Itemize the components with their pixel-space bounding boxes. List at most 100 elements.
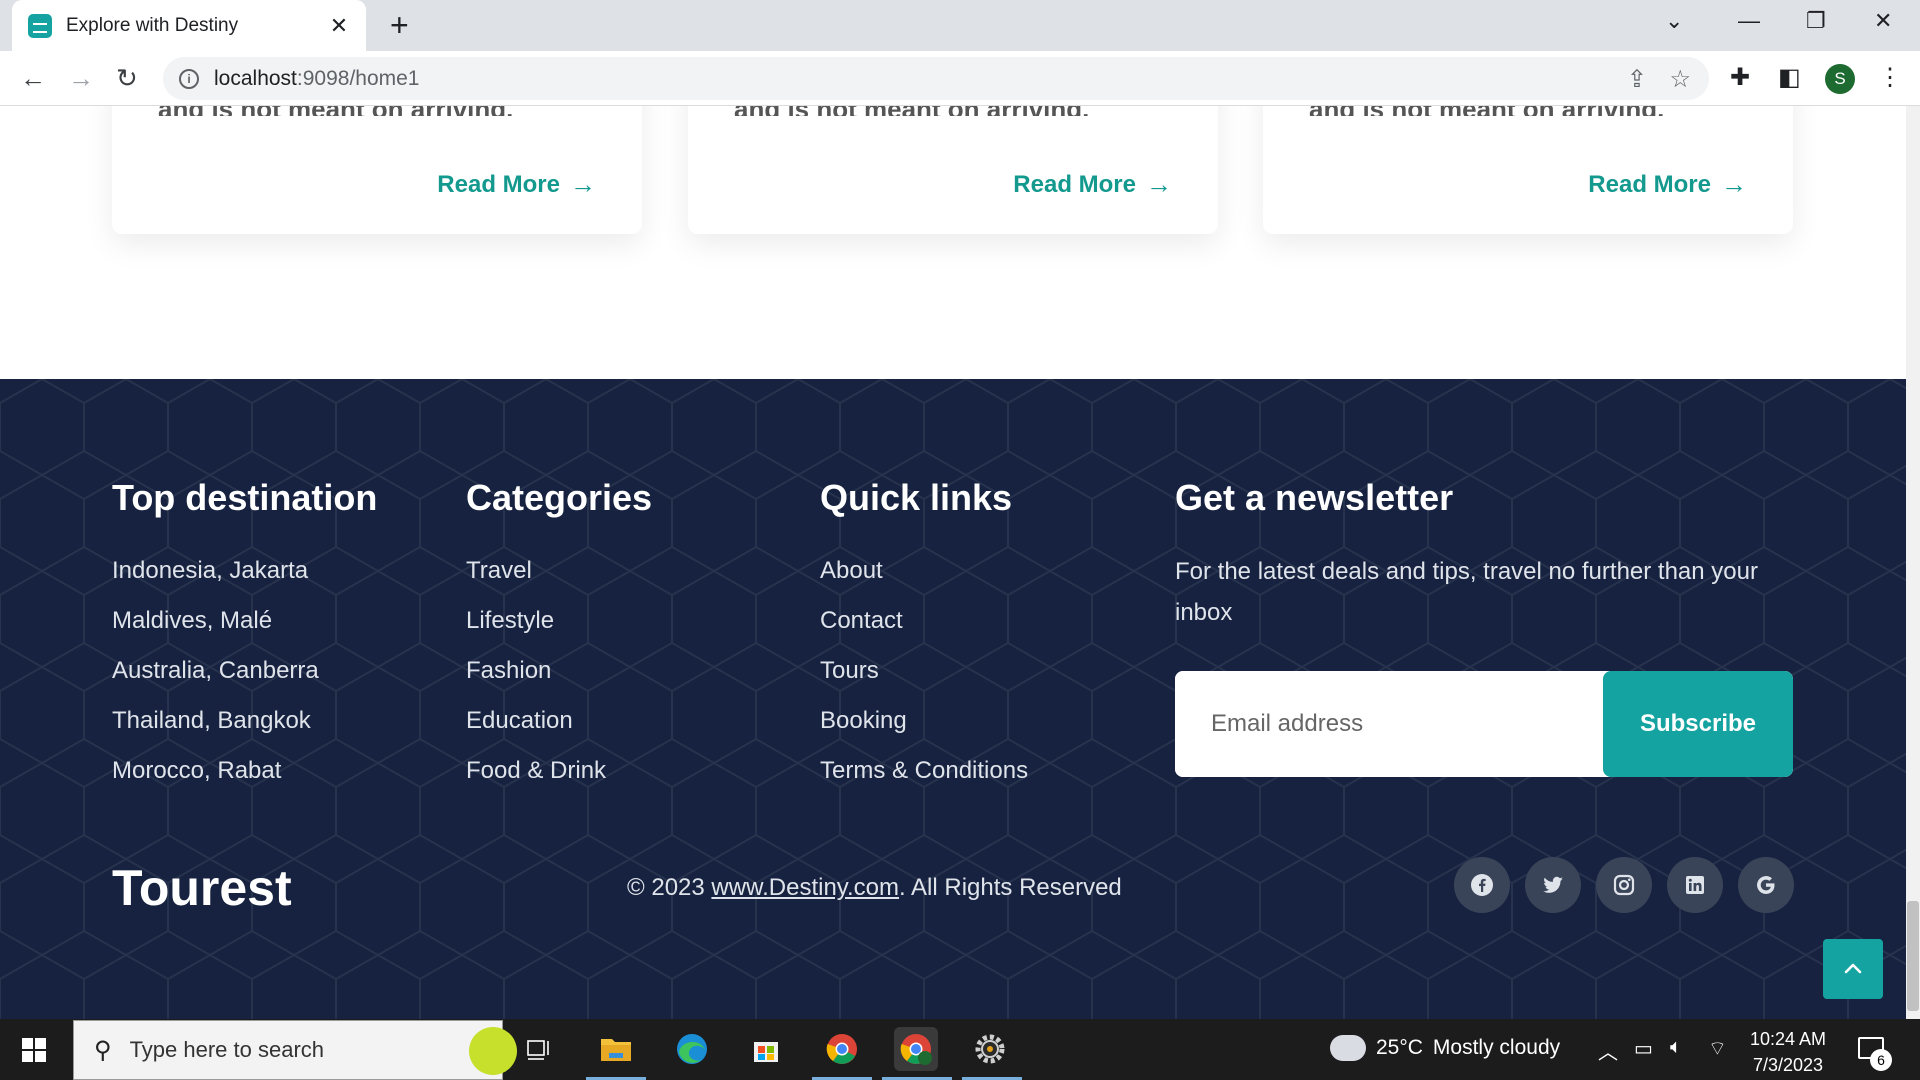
card-excerpt: and is not meant on arriving. — [734, 106, 1154, 116]
browser-toolbar: ← → ↻ i localhost :9098/home1 ⇪ ☆ ✚ ◧ S … — [0, 51, 1920, 106]
address-bar[interactable]: i localhost :9098/home1 ⇪ ☆ — [163, 57, 1709, 100]
google-icon[interactable] — [1738, 857, 1794, 913]
blog-card: and is not meant on arriving. Read More … — [112, 106, 642, 234]
clock-date: 7/3/2023 — [1752, 1055, 1824, 1075]
share-icon[interactable]: ⇪ — [1627, 65, 1647, 94]
battery-icon[interactable]: ▭ — [1634, 1036, 1653, 1061]
bookmark-star-icon[interactable]: ☆ — [1669, 65, 1691, 94]
arrow-right-icon: → — [570, 169, 596, 199]
read-more-link[interactable]: Read More → — [1588, 169, 1747, 200]
linkedin-icon[interactable] — [1667, 857, 1723, 913]
tab-title: Explore with Destiny — [66, 14, 239, 36]
email-field[interactable] — [1175, 671, 1603, 777]
read-more-link[interactable]: Read More → — [1013, 169, 1172, 200]
url-path: :9098/home1 — [296, 66, 420, 90]
settings-gear-app-icon[interactable] — [968, 1027, 1012, 1071]
destination-link[interactable]: Australia, Canberra — [112, 655, 377, 705]
destination-link[interactable]: Thailand, Bangkok — [112, 705, 377, 755]
scroll-to-top-button[interactable] — [1823, 939, 1883, 999]
volume-icon[interactable]: 🔈︎ — [1670, 1036, 1682, 1059]
footer-newsletter: Get a newsletter For the latest deals an… — [1175, 477, 1785, 633]
search-highlight-tennis-icon — [469, 1027, 517, 1075]
twitter-icon[interactable] — [1525, 857, 1581, 913]
subscribe-button[interactable]: Subscribe — [1603, 671, 1793, 777]
new-tab-button[interactable]: + — [390, 9, 409, 41]
instagram-icon[interactable] — [1596, 857, 1652, 913]
search-icon: ⚲ — [94, 1036, 112, 1064]
url-host: localhost — [214, 66, 297, 90]
edge-browser-icon[interactable] — [670, 1027, 714, 1071]
quick-link[interactable]: Booking — [820, 705, 1028, 755]
profile-avatar[interactable]: S — [1825, 64, 1855, 94]
read-more-label: Read More — [437, 170, 560, 198]
copyright-text: © 2023 www.Destiny.com. All Rights Reser… — [627, 874, 1122, 902]
menu-kebab-icon[interactable]: ⋮ — [1878, 63, 1902, 93]
page-viewport: and is not meant on arriving. Read More … — [0, 106, 1920, 1019]
file-explorer-icon[interactable] — [594, 1027, 638, 1071]
newsletter-title: Get a newsletter — [1175, 477, 1454, 518]
destination-link[interactable]: Maldives, Malé — [112, 605, 377, 655]
notification-count-badge: 6 — [1870, 1049, 1892, 1071]
quick-link[interactable]: Tours — [820, 655, 1028, 705]
quick-links-title: Quick links — [820, 477, 1013, 518]
read-more-label: Read More — [1013, 170, 1136, 198]
browser-tab-bar: Explore with Destiny ✕ + ⌄ — ❐ ✕ — [0, 0, 1920, 51]
weather-description: Mostly cloudy — [1432, 1036, 1561, 1059]
page-scrollbar[interactable] — [1906, 106, 1920, 1019]
newsletter-form: Subscribe — [1175, 671, 1793, 777]
blog-card: and is not meant on arriving. Read More … — [688, 106, 1218, 234]
tray-overflow-chevron-icon[interactable]: ︿ — [1598, 1036, 1618, 1065]
category-link[interactable]: Food & Drink — [466, 755, 652, 805]
weather-temperature: 25°C — [1376, 1036, 1423, 1059]
site-footer: Top destination Indonesia, Jakarta Maldi… — [0, 379, 1906, 1019]
forward-button[interactable]: → — [68, 61, 94, 95]
close-tab-icon[interactable]: ✕ — [328, 14, 350, 37]
read-more-link[interactable]: Read More → — [437, 169, 596, 200]
category-link[interactable]: Lifestyle — [466, 605, 652, 655]
chrome-profile-icon[interactable] — [894, 1027, 938, 1071]
system-clock[interactable]: 10:24 AM 7/3/2023 — [1750, 1026, 1826, 1078]
card-excerpt: and is not meant on arriving. — [158, 106, 578, 116]
side-panel-icon[interactable]: ◧ — [1778, 63, 1801, 93]
clock-time: 10:24 AM — [1750, 1029, 1827, 1049]
quick-link[interactable]: About — [820, 555, 1028, 605]
newsletter-description: For the latest deals and tips, travel no… — [1175, 558, 1758, 626]
category-link[interactable]: Travel — [466, 555, 652, 605]
weather-widget[interactable]: 25°C Mostly cloudy — [1330, 1027, 1561, 1061]
category-link[interactable]: Education — [466, 705, 652, 755]
destinations-title: Top destination — [112, 477, 378, 518]
minimize-button[interactable]: — — [1738, 8, 1760, 34]
reload-button[interactable]: ↻ — [116, 61, 138, 95]
windows-start-button[interactable] — [22, 1038, 46, 1062]
back-button[interactable]: ← — [20, 61, 46, 95]
browser-tab[interactable]: Explore with Destiny ✕ — [12, 0, 366, 51]
facebook-icon[interactable] — [1454, 857, 1510, 913]
chrome-icon[interactable] — [820, 1027, 864, 1071]
copyright-suffix: . All Rights Reserved — [899, 874, 1122, 901]
categories-title: Categories — [466, 477, 653, 518]
footer-logo[interactable]: Tourest — [112, 859, 292, 917]
quick-link[interactable]: Terms & Conditions — [820, 755, 1028, 805]
copyright-site-link[interactable]: www.Destiny.com — [711, 874, 899, 901]
scrollbar-thumb[interactable] — [1907, 901, 1919, 1011]
microsoft-store-icon[interactable] — [744, 1027, 788, 1071]
destination-link[interactable]: Indonesia, Jakarta — [112, 555, 377, 605]
copyright-prefix: © 2023 — [627, 874, 712, 901]
quick-link[interactable]: Contact — [820, 605, 1028, 655]
tab-search-chevron-icon[interactable]: ⌄ — [1665, 8, 1683, 34]
extensions-icon[interactable]: ✚ — [1730, 63, 1750, 93]
site-info-icon[interactable]: i — [179, 68, 199, 89]
taskbar-search-box[interactable]: ⚲ Type here to search — [73, 1020, 517, 1080]
wifi-icon[interactable]: ⌔ — [1708, 1036, 1727, 1061]
chevron-up-icon — [1844, 963, 1862, 974]
category-link[interactable]: Fashion — [466, 655, 652, 705]
arrow-right-icon: → — [1146, 169, 1172, 199]
footer-categories: Categories Travel Lifestyle Fashion Educ… — [466, 477, 652, 805]
read-more-label: Read More — [1588, 170, 1711, 198]
destination-link[interactable]: Morocco, Rabat — [112, 755, 377, 805]
close-window-button[interactable]: ✕ — [1874, 8, 1892, 34]
restore-button[interactable]: ❐ — [1806, 8, 1826, 34]
footer-destinations: Top destination Indonesia, Jakarta Maldi… — [112, 477, 377, 805]
footer-quick-links: Quick links About Contact Tours Booking … — [820, 477, 1028, 805]
task-view-icon[interactable] — [518, 1027, 562, 1071]
